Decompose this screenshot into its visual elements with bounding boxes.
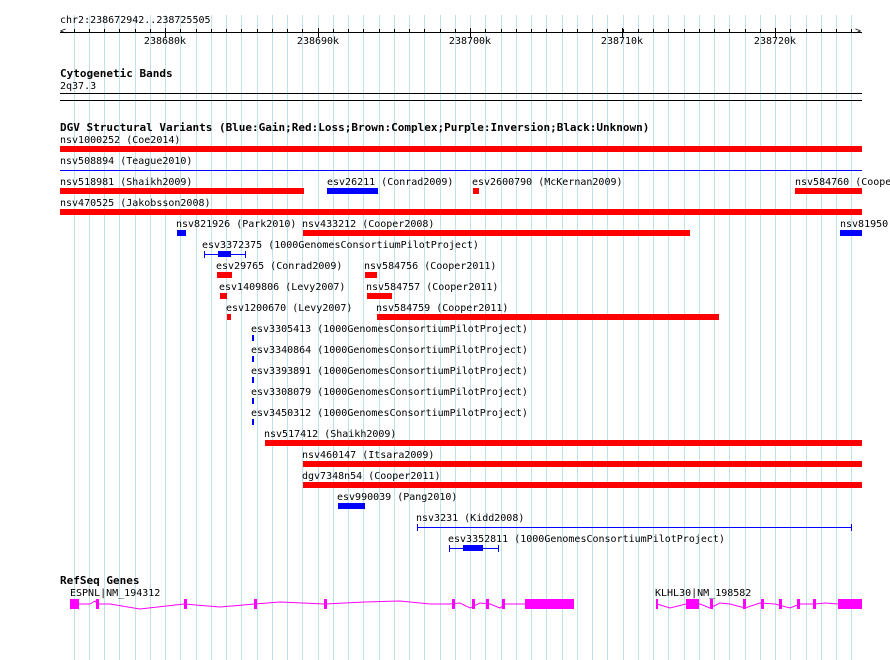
klhl30-intron-line xyxy=(656,602,839,609)
klhl30-exons xyxy=(656,599,862,609)
espnl-intron-line xyxy=(79,600,525,610)
gene-models[interactable] xyxy=(0,0,890,660)
